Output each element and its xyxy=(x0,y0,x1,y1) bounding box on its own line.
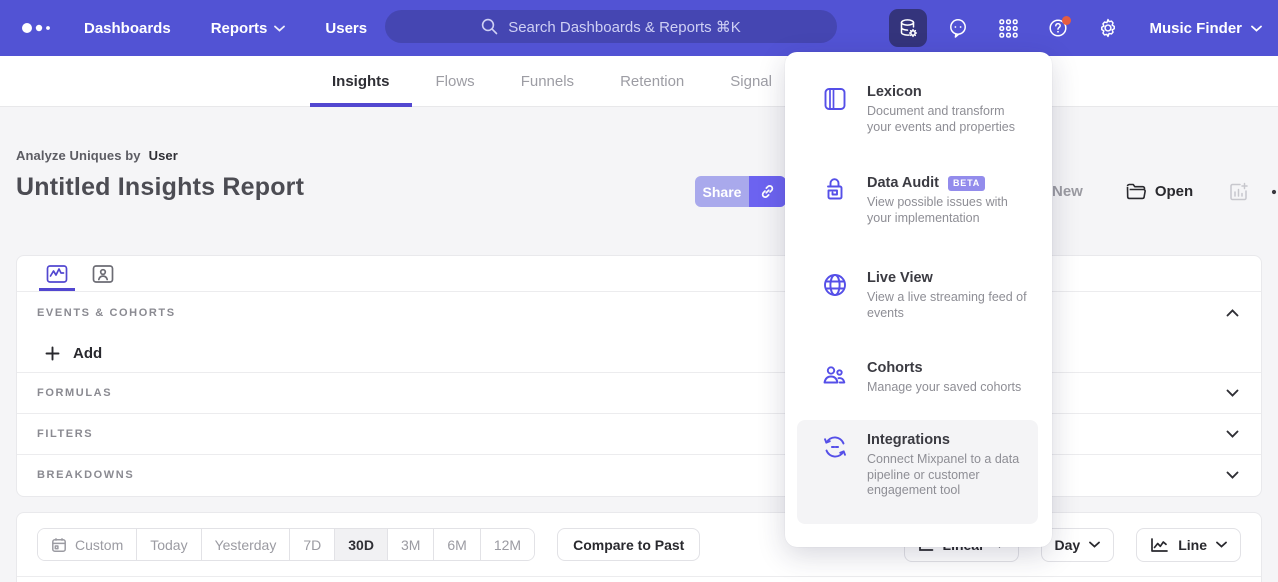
search-icon xyxy=(481,18,498,35)
search-placeholder: Search Dashboards & Reports ⌘K xyxy=(508,18,741,36)
help-button[interactable] xyxy=(1039,9,1077,47)
line-chart-icon xyxy=(1150,537,1169,553)
chevron-up-icon[interactable] xyxy=(1226,309,1239,317)
tab-funnels[interactable]: Funnels xyxy=(521,56,574,107)
data-management-dropdown: Lexicon Document and transform your even… xyxy=(785,52,1052,547)
analyze-by-line: Analyze Uniques by User xyxy=(16,148,304,163)
breakdowns-label: BREAKDOWNS xyxy=(37,469,134,481)
chevron-down-icon[interactable] xyxy=(1226,389,1239,397)
top-navigation-bar: Dashboards Reports Users Search Dashboar… xyxy=(0,0,1278,56)
line-chart-tab-icon xyxy=(46,264,68,284)
date-range-toolbar: Custom Today Yesterday 7D 30D 3M 6M 12M … xyxy=(17,513,1261,577)
tab-events-view[interactable] xyxy=(43,256,71,291)
section-filters[interactable]: FILTERS xyxy=(17,413,1261,454)
new-button[interactable]: New xyxy=(1052,183,1083,200)
apps-grid-button[interactable] xyxy=(989,9,1027,47)
add-to-dashboard-button[interactable] xyxy=(1229,182,1249,202)
tab-flows[interactable]: Flows xyxy=(436,56,475,107)
query-builder-panel: EVENTS & COHORTS Add FORMULAS FILTERS BR… xyxy=(16,255,1262,497)
range-custom[interactable]: Custom xyxy=(38,529,136,560)
section-formulas[interactable]: FORMULAS xyxy=(17,372,1261,413)
workspace-name: Music Finder xyxy=(1149,20,1242,37)
nav-users[interactable]: Users xyxy=(325,20,367,37)
open-button[interactable]: Open xyxy=(1126,183,1193,200)
range-6m[interactable]: 6M xyxy=(433,529,479,560)
feedback-icon xyxy=(947,17,969,39)
person-tab-icon xyxy=(92,264,114,284)
more-options-button[interactable] xyxy=(1271,189,1278,195)
chevron-down-icon xyxy=(1251,25,1262,32)
more-options-icon xyxy=(1271,189,1278,195)
add-to-dashboard-icon xyxy=(1229,182,1249,202)
report-actions: New Open xyxy=(1040,176,1262,207)
date-range-segmented-control: Custom Today Yesterday 7D 30D 3M 6M 12M xyxy=(37,528,535,561)
topbar-icon-group: Music Finder xyxy=(889,0,1262,56)
report-tab-bar: Insights Flows Funnels Retention Signal … xyxy=(0,56,1278,107)
chevron-down-icon xyxy=(274,25,285,32)
feedback-button[interactable] xyxy=(939,9,977,47)
range-3m[interactable]: 3M xyxy=(387,529,433,560)
chart-toolbar-panel: Custom Today Yesterday 7D 30D 3M 6M 12M … xyxy=(16,512,1262,582)
analyze-prefix: Analyze Uniques by xyxy=(16,148,141,163)
copy-link-button[interactable] xyxy=(749,176,786,207)
events-cohorts-label: EVENTS & COHORTS xyxy=(37,307,176,319)
chevron-down-icon[interactable] xyxy=(1226,471,1239,479)
range-yesterday[interactable]: Yesterday xyxy=(201,529,290,560)
notification-dot xyxy=(1062,16,1071,25)
cohorts-icon xyxy=(822,362,848,388)
integrations-icon xyxy=(822,434,848,460)
settings-icon xyxy=(1097,17,1119,39)
plus-icon xyxy=(45,346,60,361)
range-12m[interactable]: 12M xyxy=(480,529,534,560)
range-7d[interactable]: 7D xyxy=(289,529,334,560)
data-management-icon xyxy=(898,18,919,39)
compare-to-past-button[interactable]: Compare to Past xyxy=(557,528,700,561)
apps-grid-icon xyxy=(998,18,1019,39)
settings-button[interactable] xyxy=(1089,9,1127,47)
report-header: Analyze Uniques by User Untitled Insights… xyxy=(16,148,304,202)
add-event-button[interactable]: Add xyxy=(17,334,1261,372)
section-events-cohorts[interactable]: EVENTS & COHORTS xyxy=(17,292,1261,334)
formulas-label: FORMULAS xyxy=(37,387,112,399)
primary-nav: Dashboards Reports Users xyxy=(84,20,367,37)
folder-icon xyxy=(1126,183,1146,200)
chevron-down-icon xyxy=(1089,541,1100,548)
chevron-down-icon[interactable] xyxy=(1226,430,1239,438)
menu-item-live-view[interactable]: Live View View a live streaming feed of … xyxy=(797,258,1038,348)
mixpanel-logo-icon[interactable] xyxy=(20,21,54,35)
range-30d[interactable]: 30D xyxy=(334,529,387,560)
calendar-icon xyxy=(51,537,67,553)
link-icon xyxy=(759,183,776,200)
tab-retention[interactable]: Retention xyxy=(620,56,684,107)
section-breakdowns[interactable]: BREAKDOWNS xyxy=(17,454,1261,495)
menu-item-lexicon[interactable]: Lexicon Document and transform your even… xyxy=(797,72,1038,163)
chart-type-dropdown[interactable]: Line xyxy=(1136,528,1241,562)
share-button-group: Share xyxy=(695,176,786,207)
range-today[interactable]: Today xyxy=(136,529,200,560)
tab-insights[interactable]: Insights xyxy=(332,56,390,107)
analyze-entity[interactable]: User xyxy=(149,148,178,163)
nav-reports[interactable]: Reports xyxy=(211,20,286,37)
data-audit-icon xyxy=(822,177,848,203)
filters-label: FILTERS xyxy=(37,428,93,440)
tab-users-view[interactable] xyxy=(89,256,117,291)
share-button[interactable]: Share xyxy=(695,176,749,207)
beta-badge: BETA xyxy=(948,176,985,191)
chevron-down-icon xyxy=(1216,541,1227,548)
report-title[interactable]: Untitled Insights Report xyxy=(16,173,304,202)
menu-item-data-audit[interactable]: Data Audit BETA View possible issues wit… xyxy=(797,163,1038,258)
lexicon-icon xyxy=(822,86,848,112)
data-management-button[interactable] xyxy=(889,9,927,47)
workspace-switcher[interactable]: Music Finder xyxy=(1149,20,1262,37)
tab-signal[interactable]: Signal xyxy=(730,56,772,107)
search-input[interactable]: Search Dashboards & Reports ⌘K xyxy=(385,10,837,43)
menu-item-cohorts[interactable]: Cohorts Manage your saved cohorts xyxy=(797,348,1038,420)
nav-dashboards[interactable]: Dashboards xyxy=(84,20,171,37)
builder-view-tabs xyxy=(17,256,1261,292)
live-view-icon xyxy=(822,272,848,298)
menu-item-integrations[interactable]: Integrations Connect Mixpanel to a data … xyxy=(797,420,1038,524)
